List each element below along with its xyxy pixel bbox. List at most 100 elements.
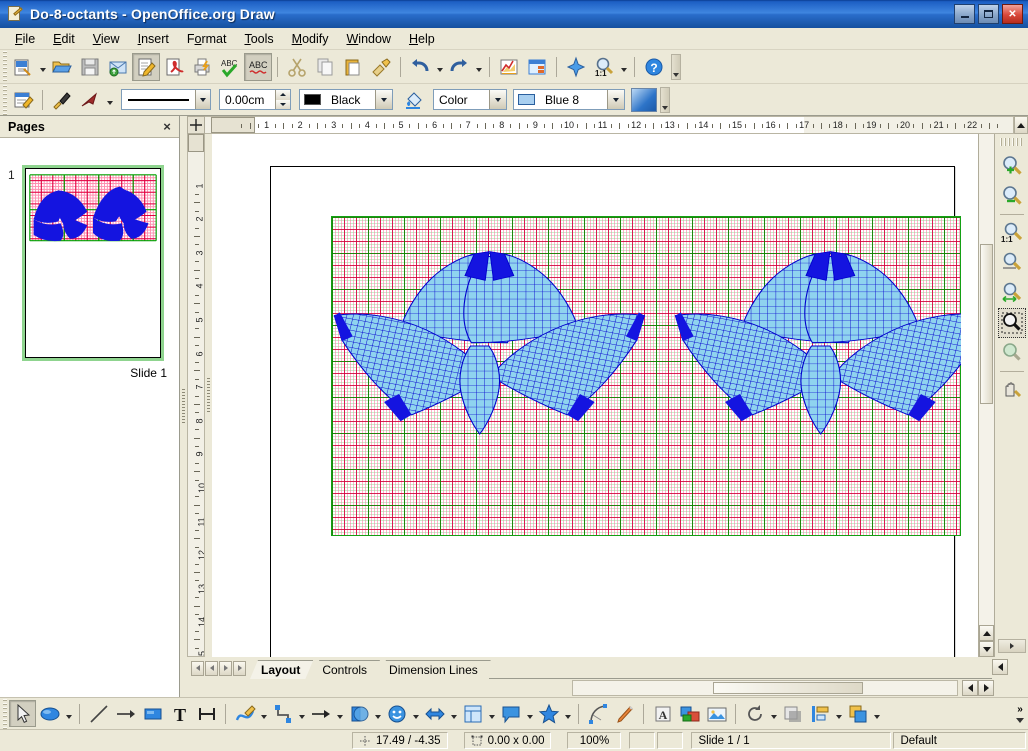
connector-tool-dropdown[interactable] [296,700,307,728]
menu-edit[interactable]: Edit [44,30,84,48]
pages-list[interactable]: 1 Slide 1 [0,137,179,697]
toolbar-grip[interactable] [0,698,9,729]
zoom-100-percent-button[interactable]: 1:1 [998,218,1026,248]
vertical-ruler[interactable]: 123456789101112131415 [187,134,205,657]
line-width-spinner[interactable]: 0.00cm [219,89,291,110]
dimension-line-tool[interactable] [193,700,220,727]
zoom-toolbar-overflow-button[interactable] [997,639,1026,653]
gallery-tool[interactable] [703,700,730,727]
last-page-button[interactable] [233,660,246,676]
ellipse-tool[interactable] [36,700,63,727]
arrow-style-button[interactable] [76,86,104,114]
block-arrows-tool[interactable] [421,700,448,727]
undo-button[interactable] [406,53,434,81]
gradient-swatch[interactable] [631,87,657,112]
fill-style-combo[interactable]: Color [433,89,507,110]
callouts-dropdown[interactable] [524,700,535,728]
close-icon[interactable]: × [159,119,175,135]
save-button[interactable] [76,53,104,81]
undo-dropdown[interactable] [434,53,445,81]
stars-tool[interactable] [535,700,562,727]
zoom-dropdown[interactable] [618,53,629,81]
toolbar-grip[interactable] [999,138,1024,146]
drawing-canvas[interactable] [212,134,978,657]
horizontal-scrollbar-thumb[interactable] [712,682,863,694]
fill-bucket-button[interactable] [400,86,428,114]
help-button[interactable]: ? [640,53,668,81]
arrange-dropdown[interactable] [871,700,882,728]
toolbar-grip[interactable] [0,50,9,83]
connector-tool[interactable] [269,700,296,727]
lines-and-arrows-tool[interactable] [307,700,334,727]
basic-shapes-dropdown[interactable] [372,700,383,728]
restore-button[interactable] [978,4,999,24]
effects-button[interactable] [562,53,590,81]
scroll-right-button[interactable] [978,680,994,696]
email-document-button[interactable] [104,53,132,81]
vertical-scrollbar-thumb[interactable] [980,244,993,404]
area-properties-button[interactable] [48,86,76,114]
chevron-down-icon[interactable] [489,90,506,109]
vertical-scrollbar-track[interactable] [979,134,994,625]
ellipse-tool-dropdown[interactable] [63,700,74,728]
zoom-page-button[interactable] [998,248,1026,278]
menu-help[interactable]: Help [400,30,444,48]
fill-color-combo[interactable]: Blue 8 [513,89,625,110]
menu-format[interactable]: Format [178,30,236,48]
zoom-100-button[interactable]: 1:1 [590,53,618,81]
chevron-down-icon[interactable] [375,90,392,109]
spelling-button[interactable]: ABC [216,53,244,81]
menu-file[interactable]: File [6,30,44,48]
shadow-tool[interactable] [779,700,806,727]
chevron-down-icon[interactable] [607,90,624,109]
insert-table-button[interactable] [523,53,551,81]
stars-dropdown[interactable] [562,700,573,728]
rotate-tool[interactable] [741,700,768,727]
clone-formatting-button[interactable] [367,53,395,81]
close-button[interactable]: ✕ [1002,4,1023,24]
menu-insert[interactable]: Insert [129,30,178,48]
previous-page-button[interactable] [205,660,218,676]
arrange-tool[interactable] [844,700,871,727]
print-button[interactable] [188,53,216,81]
copy-button[interactable] [311,53,339,81]
zoom-in-button[interactable] [998,151,1026,181]
scroll-left-button[interactable] [962,680,978,696]
align-tool[interactable] [806,700,833,727]
align-dropdown[interactable] [833,700,844,728]
arrow-style-dropdown[interactable] [104,86,115,114]
flowchart-dropdown[interactable] [486,700,497,728]
rotate-dropdown[interactable] [768,700,779,728]
tab-controls[interactable]: Controls [311,660,380,679]
chart-button[interactable] [495,53,523,81]
drawing-toolbar-overflow-button[interactable]: » [1012,700,1028,728]
glue-points-tool[interactable] [611,700,638,727]
new-document-dropdown[interactable] [37,53,48,81]
cut-button[interactable] [283,53,311,81]
vertical-scrollbar[interactable] [978,134,994,657]
horizontal-scrollbar-track[interactable] [571,680,958,696]
line-tool[interactable] [85,700,112,727]
lines-and-arrows-dropdown[interactable] [334,700,345,728]
tab-dimension-lines[interactable]: Dimension Lines [378,660,491,679]
symbol-shapes-dropdown[interactable] [410,700,421,728]
points-tool[interactable] [584,700,611,727]
toolbar-overflow-button[interactable] [660,86,670,113]
menu-window[interactable]: Window [337,30,399,48]
basic-shapes-tool[interactable] [345,700,372,727]
scroll-down-button[interactable] [979,641,994,657]
line-color-combo[interactable]: Black [299,89,393,110]
text-tool[interactable]: T [166,700,193,727]
canvas-splitter[interactable] [205,134,212,657]
next-page-button[interactable] [219,660,232,676]
horizontal-ruler[interactable]: 1 2 3 4 5 6 7 8 9 10 11 12 13 14 15 16 17 18 19 20 21 22 [205,116,1014,134]
tab-scroll-left-button[interactable] [992,659,1008,675]
curve-tool-dropdown[interactable] [258,700,269,728]
page-thumbnail[interactable] [22,165,164,361]
zoom-previous-button[interactable] [998,338,1026,368]
export-pdf-button[interactable] [160,53,188,81]
menu-tools[interactable]: Tools [235,30,282,48]
redo-dropdown[interactable] [473,53,484,81]
rectangle-tool[interactable] [139,700,166,727]
open-button[interactable] [48,53,76,81]
